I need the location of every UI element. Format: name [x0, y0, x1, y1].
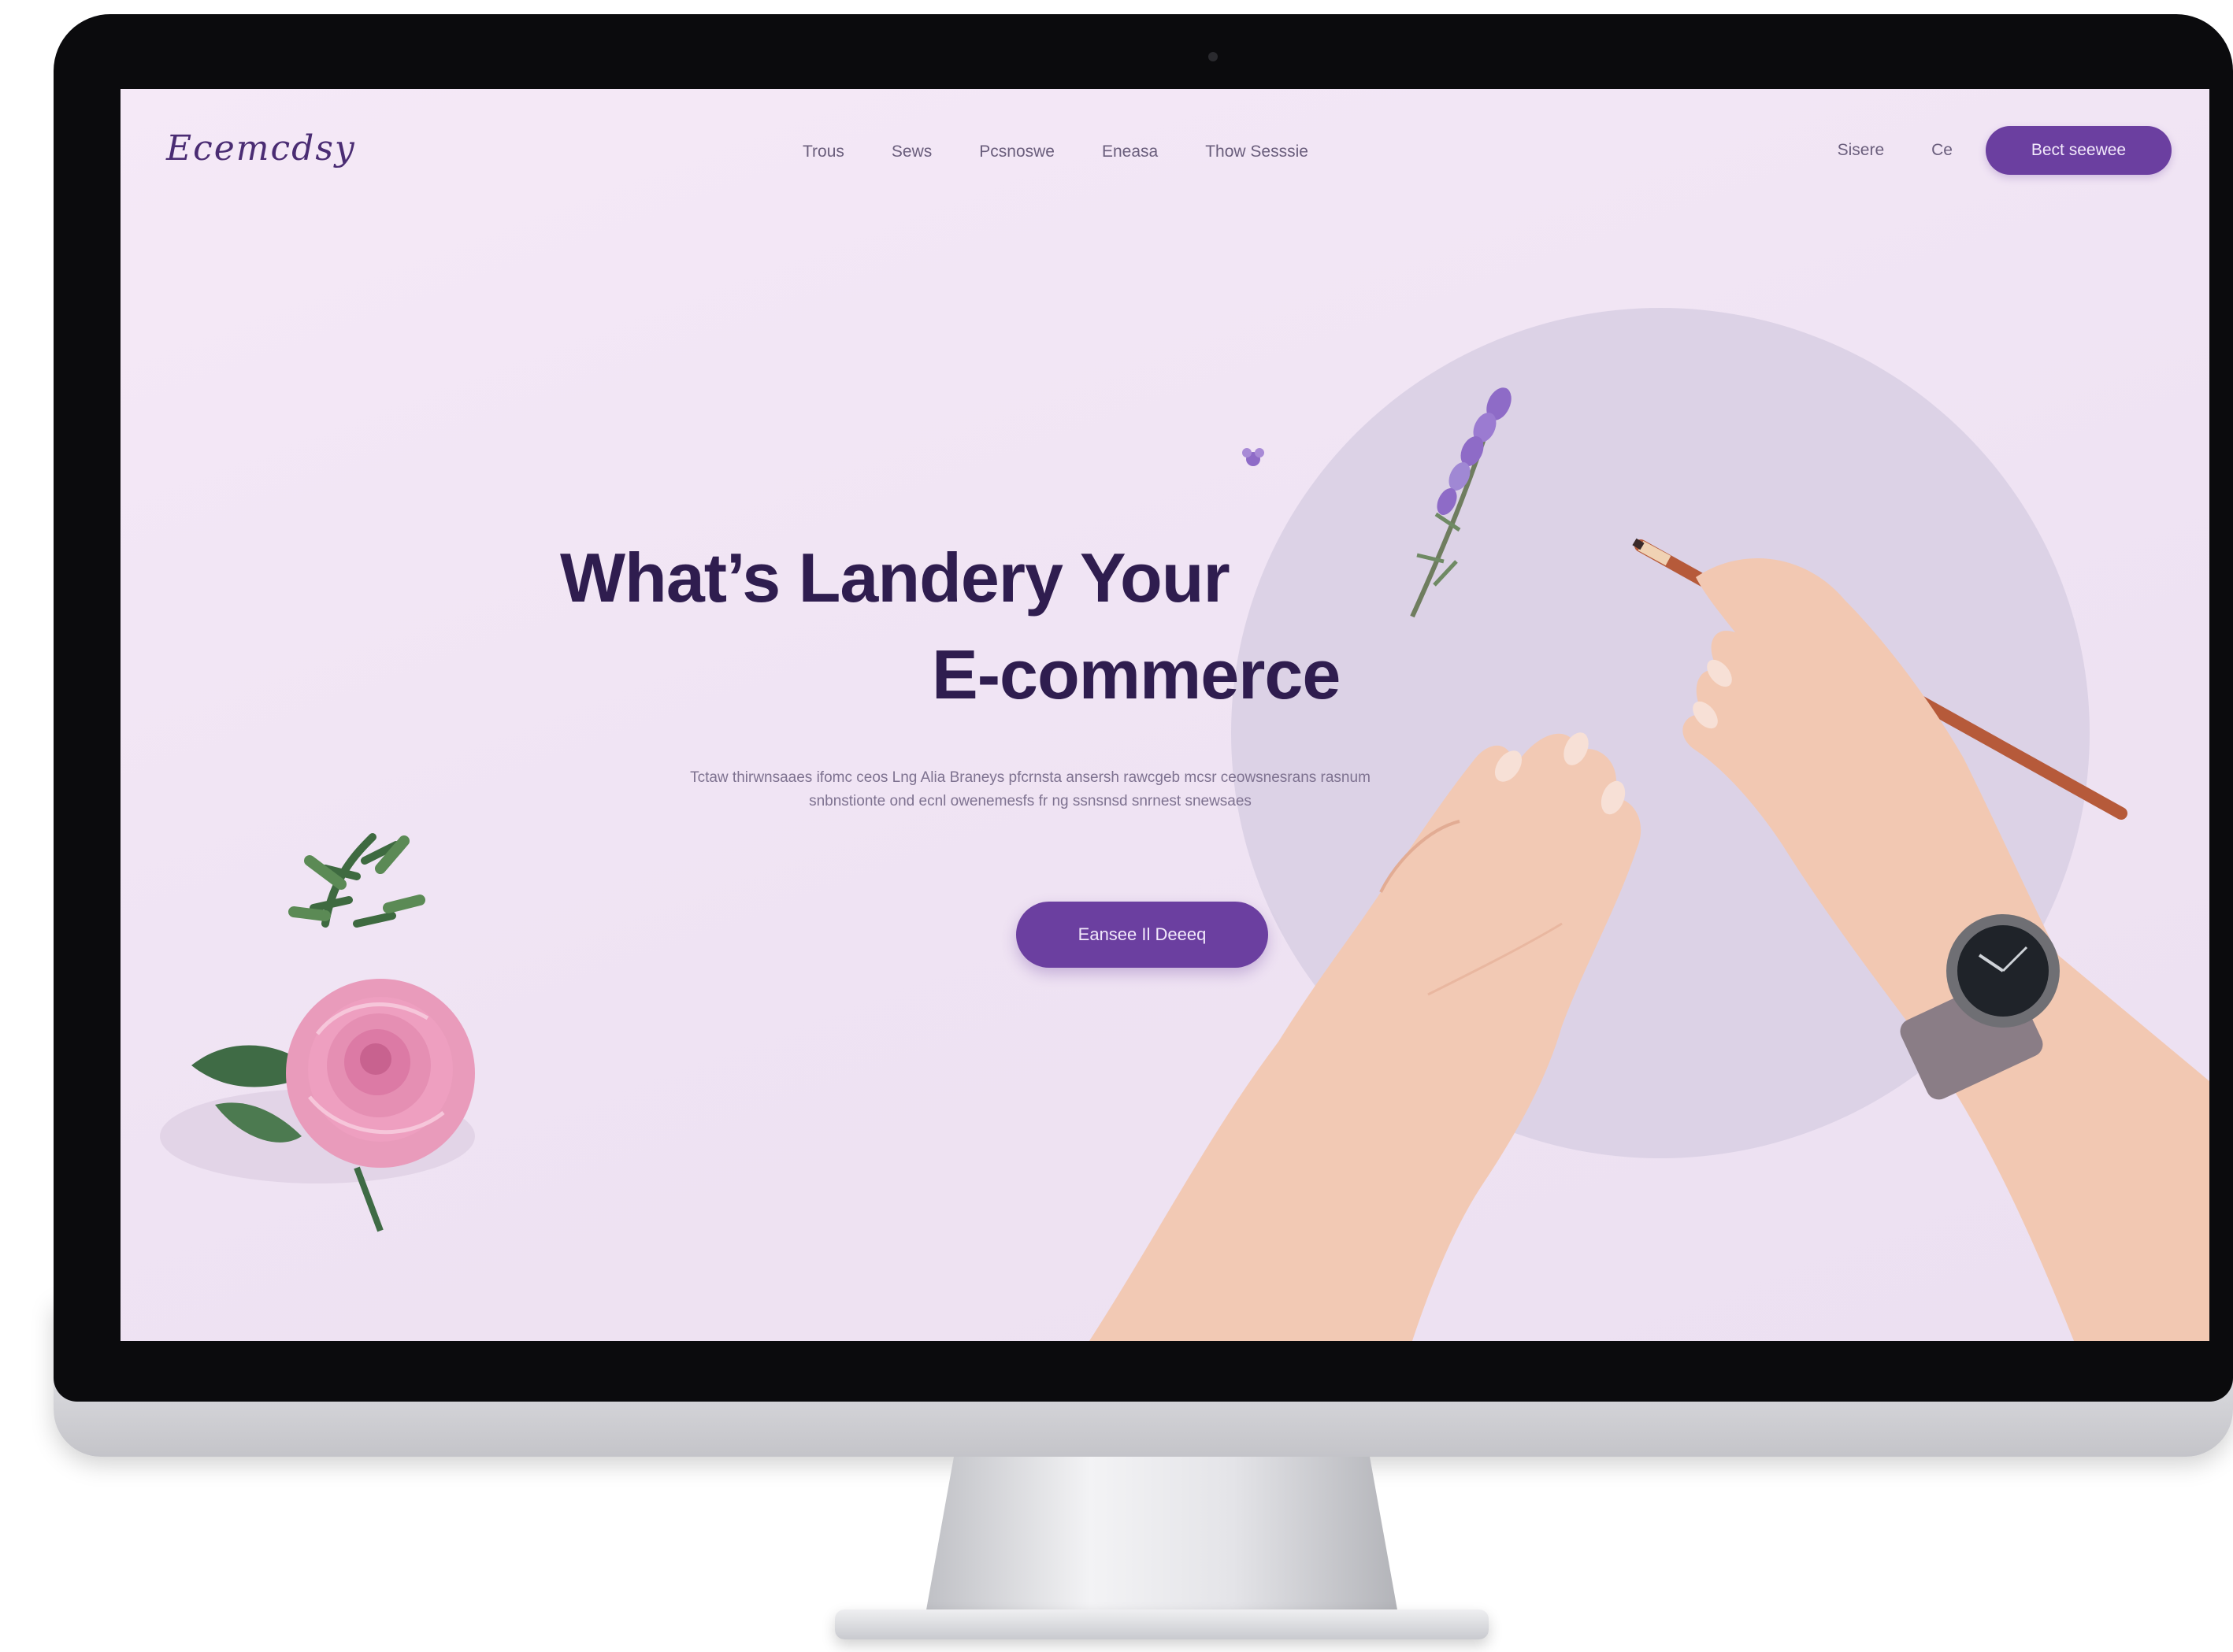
- nav-link[interactable]: Thow Sesssie: [1205, 143, 1308, 161]
- camera-dot: [1208, 52, 1218, 61]
- website-screen: Ecemcdsy Trous Sews Pcsnoswe Eneasa Thow…: [121, 89, 2209, 1341]
- hero-title-line-2: E-commerce: [932, 635, 1341, 713]
- site-logo[interactable]: Ecemcdsy: [166, 128, 356, 169]
- hero-cta-button[interactable]: Eansee Il Deeeq: [1016, 902, 1268, 968]
- lavender-icon: [1410, 387, 1512, 618]
- hero-title-line-1: What’s Landery Your: [560, 539, 1230, 617]
- nav-link[interactable]: Trous: [803, 143, 844, 161]
- nav-cta-button[interactable]: Bect seewee: [1986, 126, 2172, 175]
- login-link[interactable]: Sisere: [1838, 141, 1885, 160]
- monitor-stand: [925, 1457, 1398, 1614]
- cart-link[interactable]: Ce: [1931, 141, 1953, 160]
- nav-link[interactable]: Eneasa: [1102, 143, 1158, 161]
- writing-hand-icon: [1682, 558, 2209, 1341]
- hand-icon: [1089, 732, 1641, 1341]
- rose-icon: [160, 833, 475, 1232]
- nav-link[interactable]: Pcsnoswe: [979, 143, 1055, 161]
- hero-illustration: [160, 387, 2209, 1341]
- small-flower-icon: [1242, 448, 1264, 466]
- monitor-stand-base: [835, 1609, 1489, 1639]
- nav-actions: Sisere Ce Bect seewee: [1838, 126, 2172, 175]
- hero-subtitle: Tctaw thirwnsaaes ifomc ceos Lng Alia Br…: [690, 769, 1371, 809]
- main-navigation: Trous Sews Pcsnoswe Eneasa Thow Sesssie: [803, 143, 1356, 161]
- nav-link[interactable]: Sews: [892, 143, 932, 161]
